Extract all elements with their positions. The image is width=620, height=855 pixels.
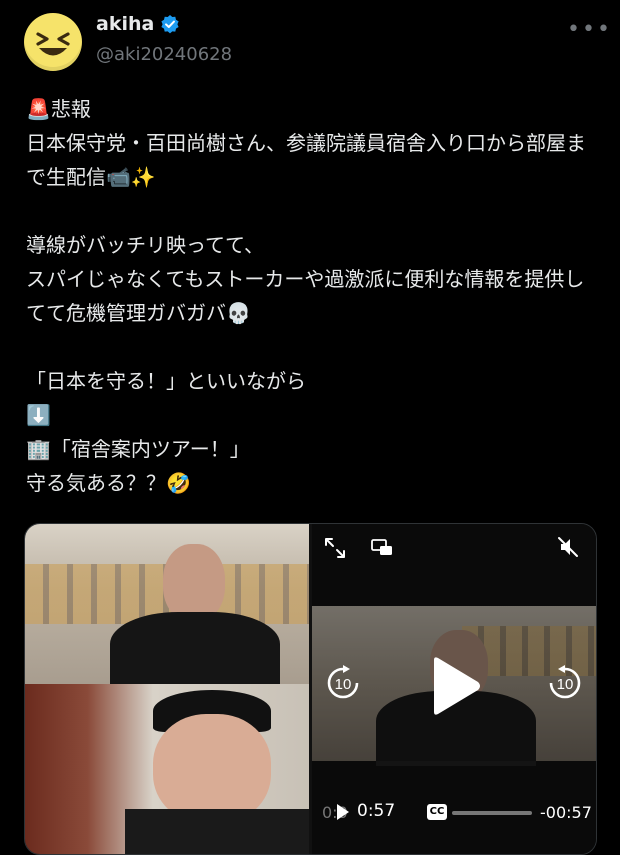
remaining-time: -00:57: [540, 803, 592, 822]
svg-text:10: 10: [557, 676, 574, 693]
verified-badge-icon: [161, 15, 179, 34]
grinning-squinting-face-icon: [36, 32, 70, 56]
expand-icon[interactable]: [323, 536, 347, 560]
media-container[interactable]: 10 10 0:0 0:57 CC -00:57: [24, 523, 597, 855]
play-icon[interactable]: [430, 656, 482, 716]
author-handle[interactable]: @aki20240628: [96, 44, 232, 65]
photo-collage[interactable]: [25, 524, 309, 854]
author-name[interactable]: akiha: [96, 13, 154, 35]
closed-captions-icon[interactable]: CC: [427, 804, 447, 820]
tweet-text: 🚨悲報 日本保守党・百田尚樹さん、参議院議員宿舎入り口から部屋まで生配信📹✨ 導…: [26, 97, 586, 495]
skip-forward-10-icon[interactable]: 10: [545, 663, 585, 703]
progress-track[interactable]: [452, 811, 532, 815]
photo-bottom: [25, 684, 309, 854]
play-small-icon[interactable]: [336, 803, 350, 821]
svg-text:10: 10: [335, 676, 352, 693]
photo-top: [25, 524, 309, 692]
skip-back-10-icon[interactable]: 10: [323, 663, 363, 703]
picture-in-picture-icon[interactable]: [370, 536, 394, 560]
more-options-icon[interactable]: •••: [567, 17, 612, 42]
avatar[interactable]: [24, 13, 82, 71]
mute-icon[interactable]: [555, 534, 581, 560]
current-time: 0:57: [357, 801, 396, 821]
author-name-row[interactable]: akiha: [96, 13, 180, 35]
video-player[interactable]: 10 10 0:0 0:57 CC -00:57: [312, 524, 596, 854]
